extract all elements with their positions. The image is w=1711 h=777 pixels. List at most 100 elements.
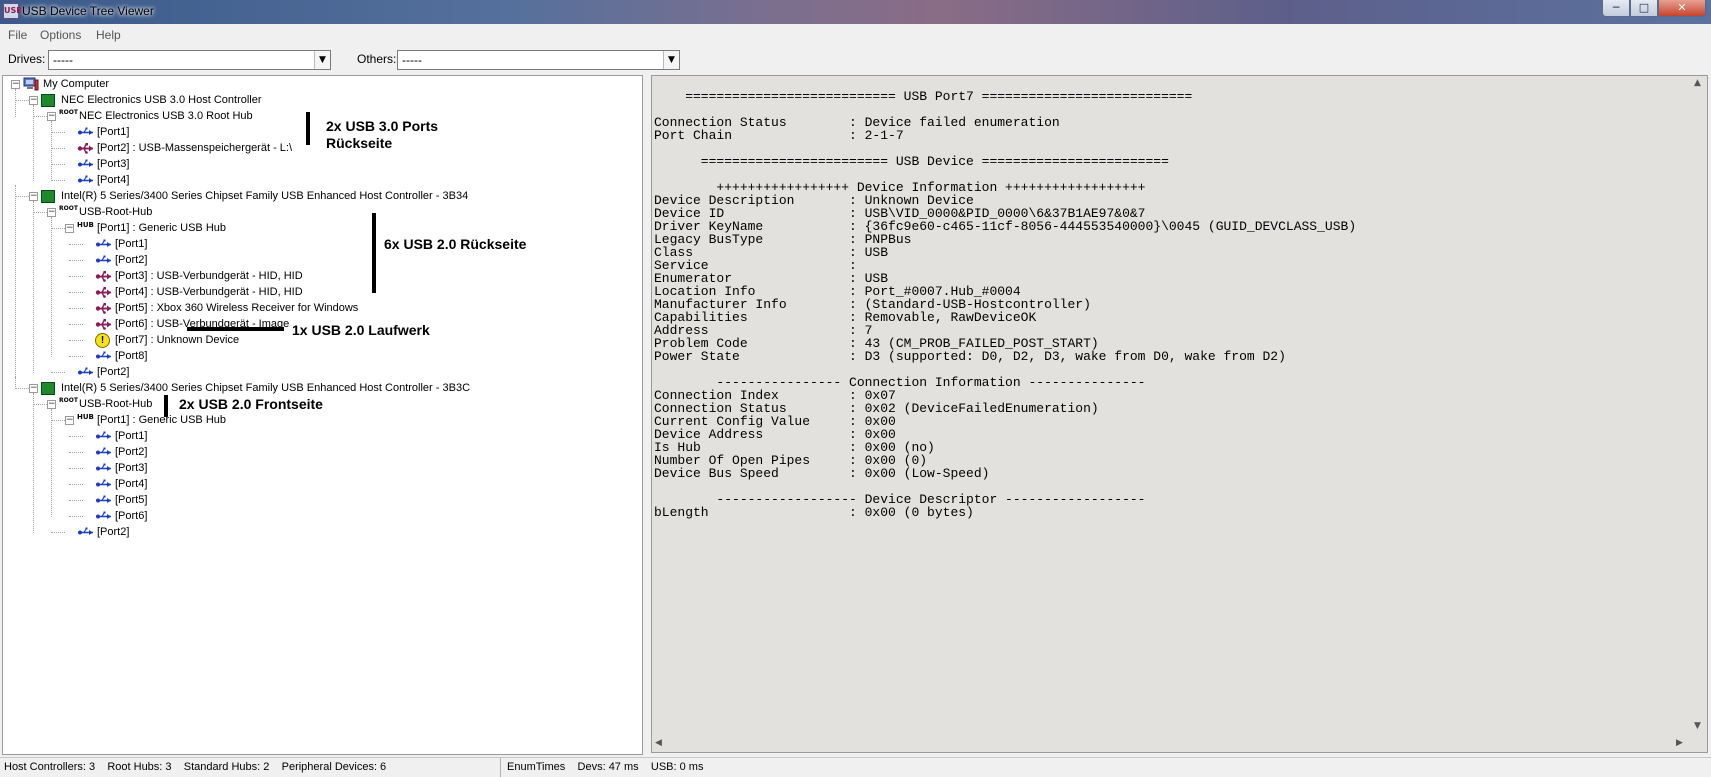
tree-item-port4-usb-verbundger-t-hid-hid[interactable]: [Port4] : USB-Verbundgerät - HID, HID xyxy=(115,285,303,300)
tree-connector xyxy=(51,217,52,357)
tree-item-usb-root-hub[interactable]: USB-Root-Hub xyxy=(79,205,152,220)
tree-connector xyxy=(33,212,47,213)
menu-help[interactable]: Help xyxy=(96,28,121,42)
collapse-icon[interactable]: − xyxy=(47,400,56,409)
status-devs: Devs: 47 ms xyxy=(577,761,639,773)
root-hub-icon: ROOT xyxy=(59,397,78,404)
menu-options[interactable]: Options xyxy=(40,28,81,42)
tree-connector xyxy=(69,500,83,501)
tree-item-port4[interactable]: [Port4] xyxy=(115,477,147,492)
detail-line: Device Bus Speed : 0x00 (Low-Speed) xyxy=(654,466,990,481)
close-button[interactable]: ✕ xyxy=(1658,0,1706,17)
collapse-icon[interactable]: − xyxy=(65,224,74,233)
collapse-icon[interactable]: − xyxy=(47,112,56,121)
tree-item-port2[interactable]: [Port2] xyxy=(97,365,129,380)
tree-connector xyxy=(51,148,65,149)
scroll-down-icon[interactable]: ▼ xyxy=(1694,721,1701,731)
tree-item-port2-usb-massenspeicherger-t-l[interactable]: [Port2] : USB-Massenspeichergerät - L:\ xyxy=(97,141,292,156)
minimize-button[interactable]: ─ xyxy=(1602,0,1630,17)
collapse-icon[interactable]: − xyxy=(47,208,56,217)
pane-splitter[interactable] xyxy=(643,75,650,755)
tree-item-port1[interactable]: [Port1] xyxy=(115,237,147,252)
tree-item-port3-usb-verbundger-t-hid-hid[interactable]: [Port3] : USB-Verbundgerät - HID, HID xyxy=(115,269,303,284)
tree-item-port1-generic-usb-hub[interactable]: [Port1] : Generic USB Hub xyxy=(97,413,226,428)
usb30-annotation-line1: 2x USB 3.0 Ports xyxy=(326,118,439,134)
tree-connector xyxy=(69,260,83,261)
menu-bar: File Options Help xyxy=(0,25,1711,45)
scroll-left-icon[interactable]: ◀ xyxy=(655,738,662,748)
tree-item-nec-electronics-usb-3-0-root-hub[interactable]: NEC Electronics USB 3.0 Root Hub xyxy=(79,109,253,124)
tree-item-intel-r-5-series-3400-series-chipset-family-usb-enhanced-host-controller-3b34[interactable]: Intel(R) 5 Series/3400 Series Chipset Fa… xyxy=(61,189,468,204)
status-root-hubs: Root Hubs: 3 xyxy=(107,761,172,773)
tree-item-port8[interactable]: [Port8] xyxy=(115,349,147,364)
vertical-scrollbar[interactable]: ▲ ▼ xyxy=(1690,76,1707,736)
tree-connector xyxy=(51,372,65,373)
collapse-icon[interactable]: − xyxy=(65,416,74,425)
detail-line: Power State : D3 (supported: D0, D2, D3,… xyxy=(654,349,1286,364)
tree-connector xyxy=(51,420,65,421)
status-standard-hubs: Standard Hubs: 2 xyxy=(183,761,270,773)
tree-connector xyxy=(15,377,16,389)
scroll-up-icon[interactable]: ▲ xyxy=(1694,78,1701,88)
tree-item-usb-root-hub[interactable]: USB-Root-Hub xyxy=(79,397,152,412)
tree-connector xyxy=(69,324,83,325)
usb-port-icon xyxy=(95,351,113,362)
status-enum-label: EnumTimes xyxy=(507,761,566,773)
usb-device-icon xyxy=(95,319,113,330)
menu-file[interactable]: File xyxy=(8,28,27,42)
tree-item-nec-electronics-usb-3-0-host-controller[interactable]: NEC Electronics USB 3.0 Host Controller xyxy=(61,93,262,108)
detail-line: bLength : 0x00 (0 bytes) xyxy=(654,505,974,520)
computer-icon xyxy=(23,77,39,91)
tree-item-port5-xbox-360-wireless-receiver-for-windows[interactable]: [Port5] : Xbox 360 Wireless Receiver for… xyxy=(115,301,358,316)
host-controller-icon xyxy=(41,382,55,395)
tree-connector xyxy=(69,308,83,309)
usb-port-icon xyxy=(95,479,113,490)
tree-connector xyxy=(51,180,65,181)
annotation-marker xyxy=(187,327,284,331)
detail-line: Port Chain : 2-1-7 xyxy=(654,128,904,143)
tree-item-port3[interactable]: [Port3] xyxy=(115,461,147,476)
tree-item-port3[interactable]: [Port3] xyxy=(97,157,129,172)
tree-item-port7-unknown-device[interactable]: [Port7] : Unknown Device xyxy=(115,333,239,348)
root-hub-icon: ROOT xyxy=(59,205,78,212)
drives-label: Drives: xyxy=(8,52,46,66)
scroll-right-icon[interactable]: ▶ xyxy=(1676,738,1683,748)
collapse-icon[interactable]: − xyxy=(29,96,38,105)
tree-item-port2[interactable]: [Port2] xyxy=(97,525,129,540)
detail-pane[interactable]: =========================== USB Port7 ==… xyxy=(651,75,1708,753)
others-label: Others: xyxy=(357,52,397,66)
warning-icon: ! xyxy=(95,333,110,348)
tree-item-port5[interactable]: [Port5] xyxy=(115,493,147,508)
chevron-down-icon[interactable]: ▼ xyxy=(663,51,679,69)
tree-connector xyxy=(51,228,65,229)
tree-connector xyxy=(33,105,34,181)
tree-item-port1-generic-usb-hub[interactable]: [Port1] : Generic USB Hub xyxy=(97,221,226,236)
tree-connector xyxy=(15,185,16,389)
tree-connector xyxy=(69,468,83,469)
tree-connector xyxy=(69,340,83,341)
usb20-front-annotation: 2x USB 2.0 Frontseite xyxy=(179,396,323,412)
tree-item-port6[interactable]: [Port6] xyxy=(115,509,147,524)
tree-connector xyxy=(69,436,83,437)
usb20-back-annotation: 6x USB 2.0 Rückseite xyxy=(384,236,527,252)
tree-item-port1[interactable]: [Port1] xyxy=(115,429,147,444)
device-tree[interactable]: − My Computer − NEC Electronics USB 3.0 Hos… xyxy=(2,75,643,755)
tree-item-port2[interactable]: [Port2] xyxy=(115,253,147,268)
tree-item-intel-r-5-series-3400-series-chipset-family-usb-enhanced-host-controller-3b3c[interactable]: Intel(R) 5 Series/3400 Series Chipset Fa… xyxy=(61,381,470,396)
collapse-icon[interactable]: − xyxy=(29,384,38,393)
others-dropdown[interactable]: ----- ▼ xyxy=(397,50,680,70)
horizontal-scrollbar[interactable]: ◀ ▶ xyxy=(652,735,1692,752)
usb-port-icon xyxy=(95,495,113,506)
tree-item-port2[interactable]: [Port2] xyxy=(115,445,147,460)
collapse-icon[interactable]: − xyxy=(29,192,38,201)
drives-dropdown[interactable]: ----- ▼ xyxy=(48,50,331,70)
usb-port-icon xyxy=(77,367,95,378)
chevron-down-icon[interactable]: ▼ xyxy=(314,51,330,69)
tree-item-port4[interactable]: [Port4] xyxy=(97,173,129,188)
maximize-button[interactable]: □ xyxy=(1630,0,1658,17)
tree-connector xyxy=(15,100,29,101)
tree-connector xyxy=(33,116,47,117)
tree-item-my-computer[interactable]: My Computer xyxy=(43,77,109,92)
collapse-icon[interactable]: − xyxy=(11,80,20,89)
tree-item-port1[interactable]: [Port1] xyxy=(97,125,129,140)
